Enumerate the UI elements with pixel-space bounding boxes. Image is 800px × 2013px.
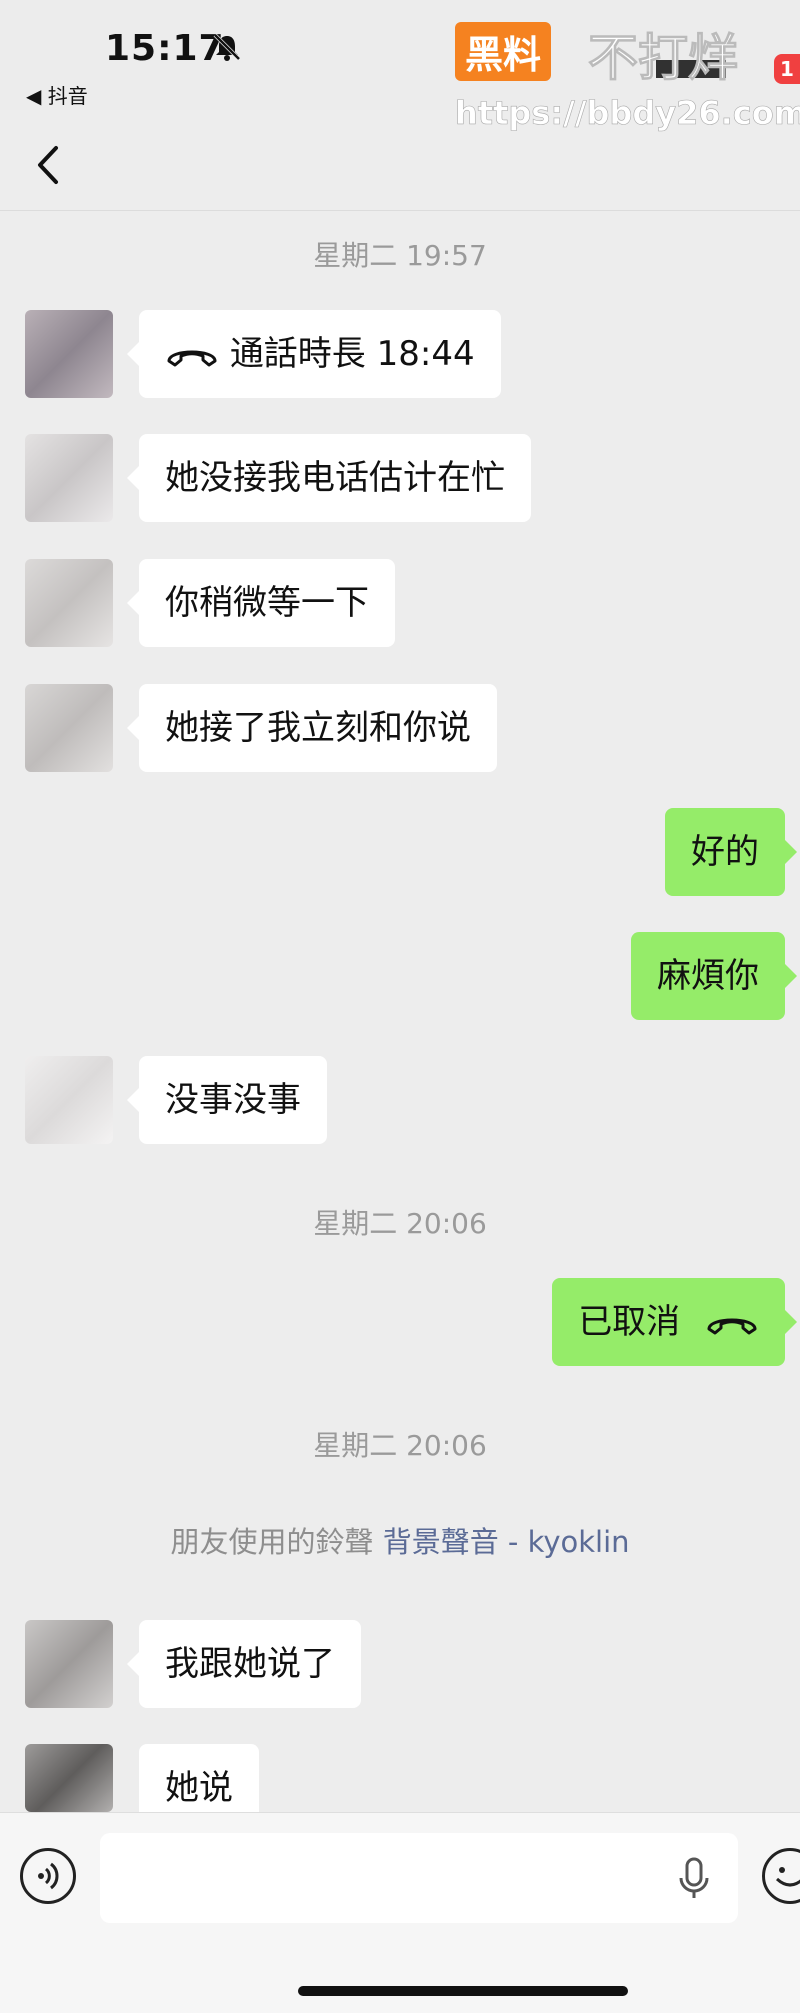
avatar[interactable]	[25, 684, 113, 772]
avatar[interactable]	[25, 1620, 113, 1708]
message-text: 已取消	[578, 1302, 681, 1342]
back-to-app-link[interactable]: ◀ 抖音	[26, 80, 88, 109]
phone-hangup-icon	[167, 350, 217, 366]
smiley-icon	[775, 1867, 800, 1887]
back-chevron-icon[interactable]	[28, 140, 68, 190]
message-bubble[interactable]: 她说	[139, 1744, 259, 1812]
status-time: 15:17	[105, 28, 225, 69]
microphone-icon[interactable]	[676, 1856, 712, 1902]
avatar[interactable]	[25, 1744, 113, 1812]
ringtone-prefix: 朋友使用的鈴聲	[170, 1525, 374, 1559]
avatar[interactable]	[25, 1056, 113, 1144]
ringtone-link[interactable]: 背景聲音 - kyoklin	[383, 1525, 630, 1559]
timestamp: 星期二 20:06	[313, 1207, 487, 1240]
message-bubble[interactable]: 我跟她说了	[127, 1620, 361, 1708]
emoji-button[interactable]	[762, 1848, 800, 1904]
cancelled-call-bubble[interactable]: 已取消	[552, 1278, 797, 1366]
avatar[interactable]	[25, 310, 113, 398]
message-text: 通話時長 18:44	[229, 334, 475, 374]
message-bubble[interactable]: 她接了我立刻和你说	[127, 684, 497, 772]
nav-bar	[0, 110, 800, 211]
message-bubble[interactable]: 她没接我电话估计在忙	[127, 434, 531, 522]
message-bubble-outgoing[interactable]: 麻煩你	[631, 932, 797, 1020]
timestamp: 星期二 19:57	[313, 239, 487, 272]
message-input[interactable]	[100, 1833, 738, 1923]
call-record-bubble[interactable]: 通話時長 18:44	[127, 310, 501, 398]
voice-mode-button[interactable]	[20, 1848, 76, 1904]
watermark-badge: 黑料	[455, 22, 552, 81]
avatar[interactable]	[25, 434, 113, 522]
bell-muted-icon	[213, 33, 241, 61]
ringtone-notice: 朋友使用的鈴聲 背景聲音 - kyoklin	[0, 1519, 800, 1561]
timestamp: 星期二 20:06	[313, 1429, 487, 1462]
avatar[interactable]	[25, 559, 113, 647]
message-bubble[interactable]: 你稍微等一下	[127, 559, 395, 647]
voice-waves-icon	[38, 1862, 59, 1890]
message-bubble[interactable]: 没事没事	[127, 1056, 327, 1144]
notification-badge: 1	[774, 54, 800, 84]
watermark-text: 不打烊	[588, 29, 739, 88]
message-bubble-outgoing[interactable]: 好的	[665, 808, 797, 896]
phone-hangup-icon	[707, 1318, 757, 1334]
home-indicator[interactable]	[298, 1986, 628, 1996]
